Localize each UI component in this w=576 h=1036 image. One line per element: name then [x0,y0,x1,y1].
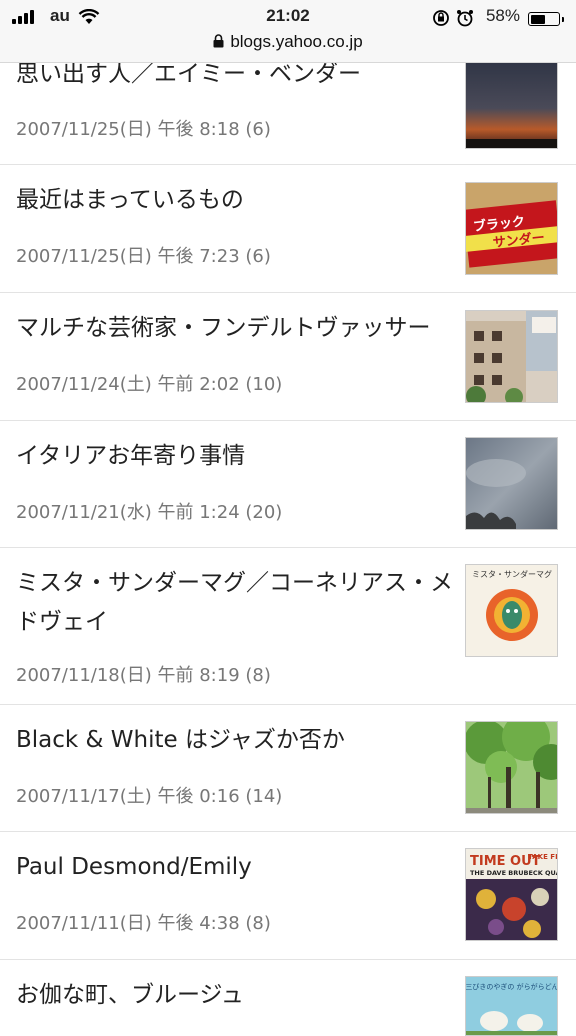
post-title[interactable]: 最近はまっているもの [16,181,456,220]
album-subtitle: TAKE FIVE [528,853,558,861]
battery-percentage: 58% [485,6,520,25]
lock-icon [213,34,224,48]
battery-level [530,14,545,24]
status-bar: au 21:02 58% [0,6,576,28]
post-meta: 2007/11/24(土) 午前 2:02 (10) [16,374,283,395]
rotation-lock-icon [433,10,449,26]
post-thumbnail[interactable] [465,721,558,814]
post-title[interactable]: ミスタ・サンダーマグ／コーネリアス・メドヴェイ [16,564,456,642]
post-item[interactable]: 最近はまっているもの 2007/11/25(日) 午後 7:23 (6) ブラッ… [0,165,576,293]
post-title[interactable]: Black & White はジャズか否か [16,721,456,760]
post-thumbnail[interactable]: 三びきのやぎの がらがらどん [465,976,558,1036]
alarm-icon [457,10,473,27]
post-meta: 2007/11/21(水) 午前 1:24 (20) [16,502,283,523]
post-thumbnail[interactable]: TIME OUT TAKE FIVE THE DAVE BRUBECK QUAR… [465,848,558,941]
browser-top-bar: au 21:02 58% blogs.yahoo.co.jp [0,0,576,63]
post-item[interactable]: イタリアお年寄り事情 2007/11/21(水) 午前 1:24 (20) [0,421,576,548]
post-thumbnail[interactable] [465,56,558,149]
battery-icon [528,12,564,26]
post-title[interactable]: お伽な町、ブルージュ [16,976,456,1015]
post-thumbnail[interactable]: ミスタ・サンダーマグ [465,564,558,657]
post-meta: 2007/11/11(日) 午後 4:38 (8) [16,913,271,934]
post-meta: 2007/11/17(土) 午後 0:16 (14) [16,786,283,807]
post-thumbnail[interactable] [465,437,558,530]
post-meta: 2007/11/18(日) 午前 8:19 (8) [16,665,271,686]
post-thumbnail[interactable]: ブラック サンダー [465,182,558,275]
post-item[interactable]: マルチな芸術家・フンデルトヴァッサー 2007/11/24(土) 午前 2:02… [0,293,576,421]
post-item[interactable]: Black & White はジャズか否か 2007/11/17(土) 午後 0… [0,705,576,832]
post-meta: 2007/11/25(日) 午後 7:23 (6) [16,246,271,267]
post-title[interactable]: マルチな芸術家・フンデルトヴァッサー [16,309,456,348]
post-title[interactable]: Paul Desmond/Emily [16,848,456,887]
address-bar[interactable]: blogs.yahoo.co.jp [0,32,576,52]
post-item[interactable]: お伽な町、ブルージュ 三びきのやぎの がらがらどん [0,960,576,1036]
post-item[interactable]: Paul Desmond/Emily 2007/11/11(日) 午後 4:38… [0,832,576,960]
post-meta: 2007/11/25(日) 午後 8:18 (6) [16,119,271,140]
book-title: ミスタ・サンダーマグ [472,569,552,579]
post-title[interactable]: イタリアお年寄り事情 [16,437,456,476]
post-item[interactable]: ミスタ・サンダーマグ／コーネリアス・メドヴェイ 2007/11/18(日) 午前… [0,548,576,705]
post-thumbnail[interactable] [465,310,558,403]
picturebook-title: 三びきのやぎの がらがらどん [466,982,558,991]
album-artist: THE DAVE BRUBECK QUARTET [470,869,558,877]
url-text: blogs.yahoo.co.jp [230,32,363,51]
